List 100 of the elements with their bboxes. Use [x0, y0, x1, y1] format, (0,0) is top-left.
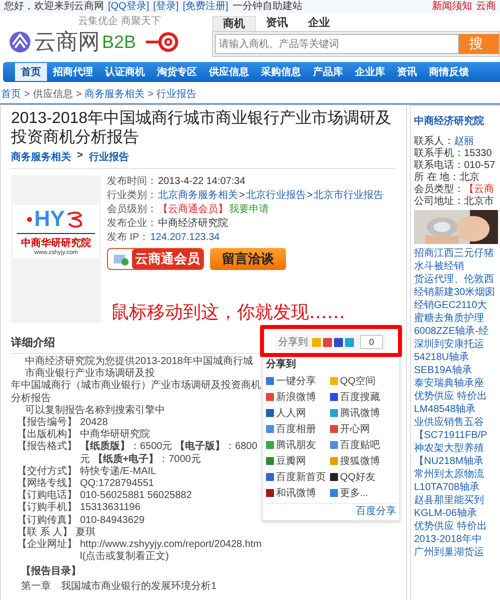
- brand-suffix: B2B: [102, 32, 136, 52]
- top-link[interactable]: [免费注册]: [182, 0, 228, 13]
- product-link[interactable]: 优势供应 特价出: [414, 390, 500, 403]
- top-link[interactable]: 新闻须知: [432, 0, 472, 13]
- product-link[interactable]: 经销新建30米烟囱: [414, 286, 500, 299]
- share-option[interactable]: 豆瓣网: [266, 453, 330, 469]
- nav-item[interactable]: 产品库: [307, 63, 349, 81]
- share-option[interactable]: 百度搜藏: [330, 389, 396, 405]
- field-value: 夏琪: [76, 526, 96, 540]
- share-option[interactable]: 腾讯朋友: [266, 437, 330, 453]
- top-link[interactable]: [QQ登录]: [108, 0, 150, 13]
- field-label: 【联 系 人】: [17, 526, 73, 538]
- info-label: 行业类别：: [107, 189, 157, 203]
- slogan: 云集优企 商聚天下: [78, 16, 162, 28]
- share-option[interactable]: 一键分享: [266, 373, 330, 389]
- nav-item[interactable]: 淘货专区: [151, 63, 203, 81]
- product-link[interactable]: 6008ZZE轴承-经: [414, 325, 500, 338]
- nav-item[interactable]: 企业库: [349, 63, 391, 81]
- category-link[interactable]: 商务服务相关: [11, 150, 71, 164]
- breadcrumb-link[interactable]: 供应信息: [32, 88, 73, 101]
- contact-value: 北京: [460, 172, 480, 183]
- message-button[interactable]: 留言洽谈: [210, 248, 286, 270]
- product-link[interactable]: LM48548轴承: [414, 403, 500, 416]
- product-link[interactable]: 【NU218M轴承: [414, 455, 500, 468]
- breadcrumb-link[interactable]: 商务服务相关: [84, 88, 145, 101]
- nav-item[interactable]: 商情反馈: [423, 63, 475, 81]
- share-footer-link[interactable]: 百度分享: [356, 504, 396, 518]
- share-option[interactable]: 更多...: [330, 485, 396, 501]
- body-text: 年中国城商行（城市商业银行）产业市场调研及投资商机分析报告: [11, 380, 262, 404]
- field-value: 特快专递/E-MAIL: [80, 466, 156, 478]
- contact-value: 15330: [464, 148, 492, 159]
- share-option[interactable]: QQ空间: [330, 373, 396, 389]
- category-link[interactable]: 北京商务服务相关: [158, 189, 238, 203]
- share-option[interactable]: 百度相册: [266, 421, 330, 437]
- product-link[interactable]: 泰安瑞典轴承座: [414, 377, 500, 390]
- nav-item[interactable]: 资讯: [391, 63, 423, 81]
- category-link[interactable]: 行业报告: [88, 150, 129, 164]
- category-link[interactable]: 北京行业报告: [246, 189, 306, 203]
- page-title: 2013-2018年中国城商行城市商业银行产业市场调研及投资商机分析报告: [11, 109, 393, 147]
- share-count: 0: [360, 335, 383, 349]
- field-label: 【订购传真】: [17, 514, 77, 526]
- search-tab[interactable]: 企业: [298, 16, 340, 31]
- field-label: 【交付方式】: [17, 466, 77, 478]
- share-option[interactable]: 人人网: [266, 405, 330, 421]
- field-value: 010-84943629: [80, 514, 145, 526]
- share-option[interactable]: 腾讯微博: [330, 405, 396, 421]
- product-link[interactable]: SEB19A轴承: [414, 364, 500, 377]
- section-heading: 详细介绍: [11, 336, 55, 350]
- search-field[interactable]: 请输入商机、产品等关键词: [215, 34, 459, 54]
- product-link[interactable]: 经销GEC2110大: [414, 299, 500, 312]
- field-label: 【报告格式】: [17, 441, 77, 454]
- share-option[interactable]: 新浪微博: [266, 389, 330, 405]
- nav-item[interactable]: 供应信息: [203, 63, 255, 81]
- product-link[interactable]: 水斗被经销: [414, 260, 500, 273]
- product-link[interactable]: 深圳到安康托运: [414, 338, 500, 351]
- product-link[interactable]: KGLM-06轴承: [414, 507, 500, 520]
- contact-label: 联系手机：: [414, 148, 464, 159]
- nav-item[interactable]: 采购信息: [255, 63, 307, 81]
- contact-label: 联系电话：: [414, 160, 464, 171]
- share-option[interactable]: 百度贴吧: [330, 437, 396, 453]
- product-link[interactable]: 货运代理、伦敦西: [414, 273, 500, 286]
- product-link[interactable]: 优势供应 特价出: [414, 520, 500, 533]
- member-button[interactable]: 云商通会员: [107, 248, 204, 270]
- field-label: 【企业网址】: [17, 539, 77, 552]
- nav-item[interactable]: 招商代理: [47, 63, 99, 81]
- toc-heading: 【报告目录】: [20, 566, 82, 579]
- share-option[interactable]: 搜狐微博: [330, 453, 396, 469]
- product-link[interactable]: 神农架大型养殖: [414, 442, 500, 455]
- nav-item[interactable]: 认证商机: [99, 63, 151, 81]
- product-link[interactable]: 赵县那里能买到: [414, 494, 500, 507]
- share-option[interactable]: QQ好友: [330, 469, 396, 485]
- product-link[interactable]: L10TA708轴承: [414, 481, 500, 494]
- top-link[interactable]: 云商: [476, 0, 496, 13]
- product-link[interactable]: 54218U轴承: [414, 351, 500, 364]
- breadcrumb-link[interactable]: 行业报告: [156, 88, 197, 101]
- product-link[interactable]: 招商江西三元仔猪: [414, 247, 500, 260]
- separator-text: >: [306, 189, 313, 203]
- field-value: 中商华研研究院: [80, 429, 150, 440]
- search-tab[interactable]: 商机: [212, 16, 256, 31]
- product-link[interactable]: 2013-2018年中: [414, 533, 500, 546]
- ip-address: 124.207.123.34: [150, 231, 220, 245]
- info-label: 发布企业：: [107, 217, 157, 231]
- separator-text: >: [77, 150, 83, 163]
- apply-link[interactable]: 我要申请: [229, 203, 269, 217]
- search-tab[interactable]: 资讯: [256, 16, 298, 31]
- share-option[interactable]: 百度新首页: [266, 469, 330, 485]
- top-link[interactable]: [登录]: [153, 0, 179, 13]
- breadcrumb-link[interactable]: 首页: [1, 88, 21, 101]
- product-link[interactable]: 业供应销售五谷: [414, 416, 500, 429]
- product-link[interactable]: 【SC71911FB/P: [414, 429, 500, 442]
- product-link[interactable]: 广州到巢湖货运: [414, 546, 500, 559]
- body-text: 中商经济研究院为您提供2013-2018年中国城商行城市商业银行产业市场调研及投: [24, 356, 254, 380]
- product-link[interactable]: 常州到太原物流: [414, 468, 500, 481]
- info-value: 中商经济研究院: [158, 217, 228, 231]
- nav-item[interactable]: 首页: [15, 63, 47, 81]
- share-option[interactable]: 和讯微博: [266, 485, 330, 501]
- category-link[interactable]: 北京市行业报告: [314, 189, 384, 203]
- field-value: 15313631196: [80, 502, 140, 515]
- product-link[interactable]: 蜜糖去角质护理: [414, 312, 500, 325]
- share-option[interactable]: 开心网: [330, 421, 396, 437]
